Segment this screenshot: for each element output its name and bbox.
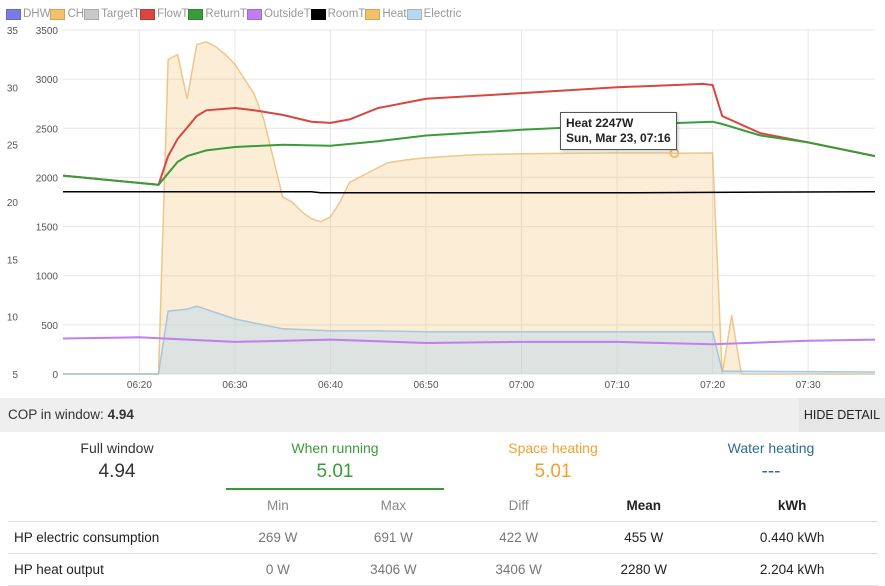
y-right-tick: 3500 <box>36 26 59 37</box>
y-left-tick: 20 <box>7 198 19 209</box>
table-row: HP heat output 0 W 3406 W 3406 W 2280 W … <box>8 553 878 586</box>
table-row: HP electric consumption 269 W 691 W 422 … <box>8 521 878 554</box>
stat-label: Full window <box>80 440 154 456</box>
x-axis: 06:20 06:30 06:40 06:50 07:00 07:10 07:20 07:30 <box>127 380 821 391</box>
y-right-tick: 3000 <box>36 75 59 86</box>
row-min: 0 W <box>225 553 331 586</box>
legend-label: Electric <box>423 8 462 20</box>
col-diff-header: Diff <box>456 490 582 522</box>
cop-stats: Full window 4.94 When running 5.01 Space… <box>0 432 885 490</box>
col-max-header: Max <box>330 490 456 522</box>
cop-summary-bar: COP in window: 4.94 HIDE DETAIL <box>0 398 885 432</box>
legend-item-targett[interactable]: TargetT <box>84 8 140 20</box>
legend-item-ch[interactable]: CH <box>50 8 84 20</box>
stat-water-heating[interactable]: Water heating --- <box>662 432 880 488</box>
y-left-tick: 5 <box>12 370 18 381</box>
col-mean-header: Mean <box>581 490 707 522</box>
area-series <box>63 40 876 375</box>
legend-swatch <box>406 8 422 20</box>
row-mean: 455 W <box>581 521 707 554</box>
stat-label: When running <box>291 440 379 456</box>
y-right-tick: 1500 <box>36 223 59 234</box>
legend-swatch <box>84 8 100 20</box>
y-right-tick: 2500 <box>36 124 59 135</box>
stat-value: --- <box>761 461 781 482</box>
x-tick: 07:30 <box>796 380 821 391</box>
legend-item-electric[interactable]: Electric <box>406 8 462 20</box>
legend-label: DHW <box>23 8 51 20</box>
row-kwh: 0.440 kWh <box>706 521 878 554</box>
legend-item-roomt[interactable]: RoomT <box>310 8 366 20</box>
legend-swatch <box>6 8 21 20</box>
row-max: 3406 W <box>330 553 456 586</box>
row-max: 691 W <box>330 521 456 554</box>
hide-detail-button[interactable]: HIDE DETAIL <box>799 398 885 432</box>
row-min: 269 W <box>225 521 331 554</box>
legend-label: Heat <box>382 8 407 20</box>
row-name: HP electric consumption <box>8 521 225 554</box>
y-left-tick: 10 <box>7 313 19 324</box>
legend-item-outsidet[interactable]: OutsideT <box>246 8 311 20</box>
heatpump-chart: 5 10 15 20 25 30 35 0 500 1000 1500 2000 2500 3000 35… <box>7 26 876 391</box>
y-left-tick: 35 <box>7 26 19 37</box>
legend-swatch <box>365 8 381 20</box>
stat-when-running[interactable]: When running 5.01 <box>226 432 444 490</box>
x-tick: 06:30 <box>222 380 247 391</box>
legend-label: CH <box>67 8 85 20</box>
chart-legend: DHW CH TargetT FlowT ReturnT OutsideT RoomT Hea… <box>6 6 461 22</box>
legend-swatch <box>50 8 66 20</box>
row-diff: 3406 W <box>456 553 582 586</box>
legend-swatch <box>246 8 262 20</box>
y-left-tick: 15 <box>7 255 19 266</box>
cop-text: COP in window: 4.94 <box>8 407 134 422</box>
row-name: HP heat output <box>8 553 225 586</box>
stat-value: 5.01 <box>316 461 354 482</box>
x-tick: 07:10 <box>605 380 630 391</box>
y-right-tick: 0 <box>52 370 58 381</box>
x-tick: 07:00 <box>509 380 534 391</box>
cop-value: 4.94 <box>107 407 134 422</box>
y-axis-right: 0 500 1000 1500 2000 2500 3000 3500 <box>36 26 59 381</box>
x-tick: 07:20 <box>700 380 725 391</box>
col-name-header <box>8 490 225 522</box>
row-kwh: 2.204 kWh <box>706 553 878 586</box>
legend-label: TargetT <box>101 8 141 20</box>
y-right-tick: 500 <box>41 321 58 332</box>
x-tick: 06:50 <box>413 380 438 391</box>
y-right-tick: 1000 <box>36 272 59 283</box>
cop-label: COP in window: <box>8 407 104 422</box>
detail-table: Min Max Diff Mean kWh HP electric consum… <box>8 490 878 586</box>
x-tick: 06:40 <box>318 380 343 391</box>
legend-label: OutsideT <box>263 8 311 20</box>
chart-tooltip: Heat 2247W Sun, Mar 23, 07:16 <box>560 112 677 150</box>
legend-item-flowt[interactable]: FlowT <box>140 8 188 20</box>
row-diff: 422 W <box>456 521 582 554</box>
y-left-tick: 25 <box>7 141 19 152</box>
stat-full-window[interactable]: Full window 4.94 <box>8 432 226 488</box>
legend-swatch <box>188 8 204 20</box>
legend-label: RoomT <box>327 8 366 20</box>
col-kwh-header: kWh <box>706 490 878 522</box>
y-left-tick: 30 <box>7 83 19 94</box>
legend-swatch <box>310 8 326 20</box>
stat-label: Space heating <box>508 440 598 456</box>
stat-value: 4.94 <box>98 461 136 482</box>
legend-label: FlowT <box>157 8 189 20</box>
stat-value: 5.01 <box>534 461 572 482</box>
y-axis-left: 5 10 15 20 25 30 35 <box>7 26 19 381</box>
tooltip-title: Heat 2247W <box>566 116 634 130</box>
legend-item-dhw[interactable]: DHW <box>6 8 50 20</box>
tooltip-time: Sun, Mar 23, 07:16 <box>566 131 671 145</box>
y-right-tick: 2000 <box>36 173 59 184</box>
legend-label: ReturnT <box>205 8 247 20</box>
legend-item-heat[interactable]: Heat <box>365 8 407 20</box>
x-tick: 06:20 <box>127 380 152 391</box>
row-mean: 2280 W <box>581 553 707 586</box>
table-header-row: Min Max Diff Mean kWh <box>8 490 878 522</box>
stat-label: Water heating <box>727 440 815 456</box>
stat-space-heating[interactable]: Space heating 5.01 <box>444 432 662 488</box>
legend-item-returnt[interactable]: ReturnT <box>188 8 247 20</box>
legend-swatch <box>140 8 156 20</box>
col-min-header: Min <box>225 490 331 522</box>
